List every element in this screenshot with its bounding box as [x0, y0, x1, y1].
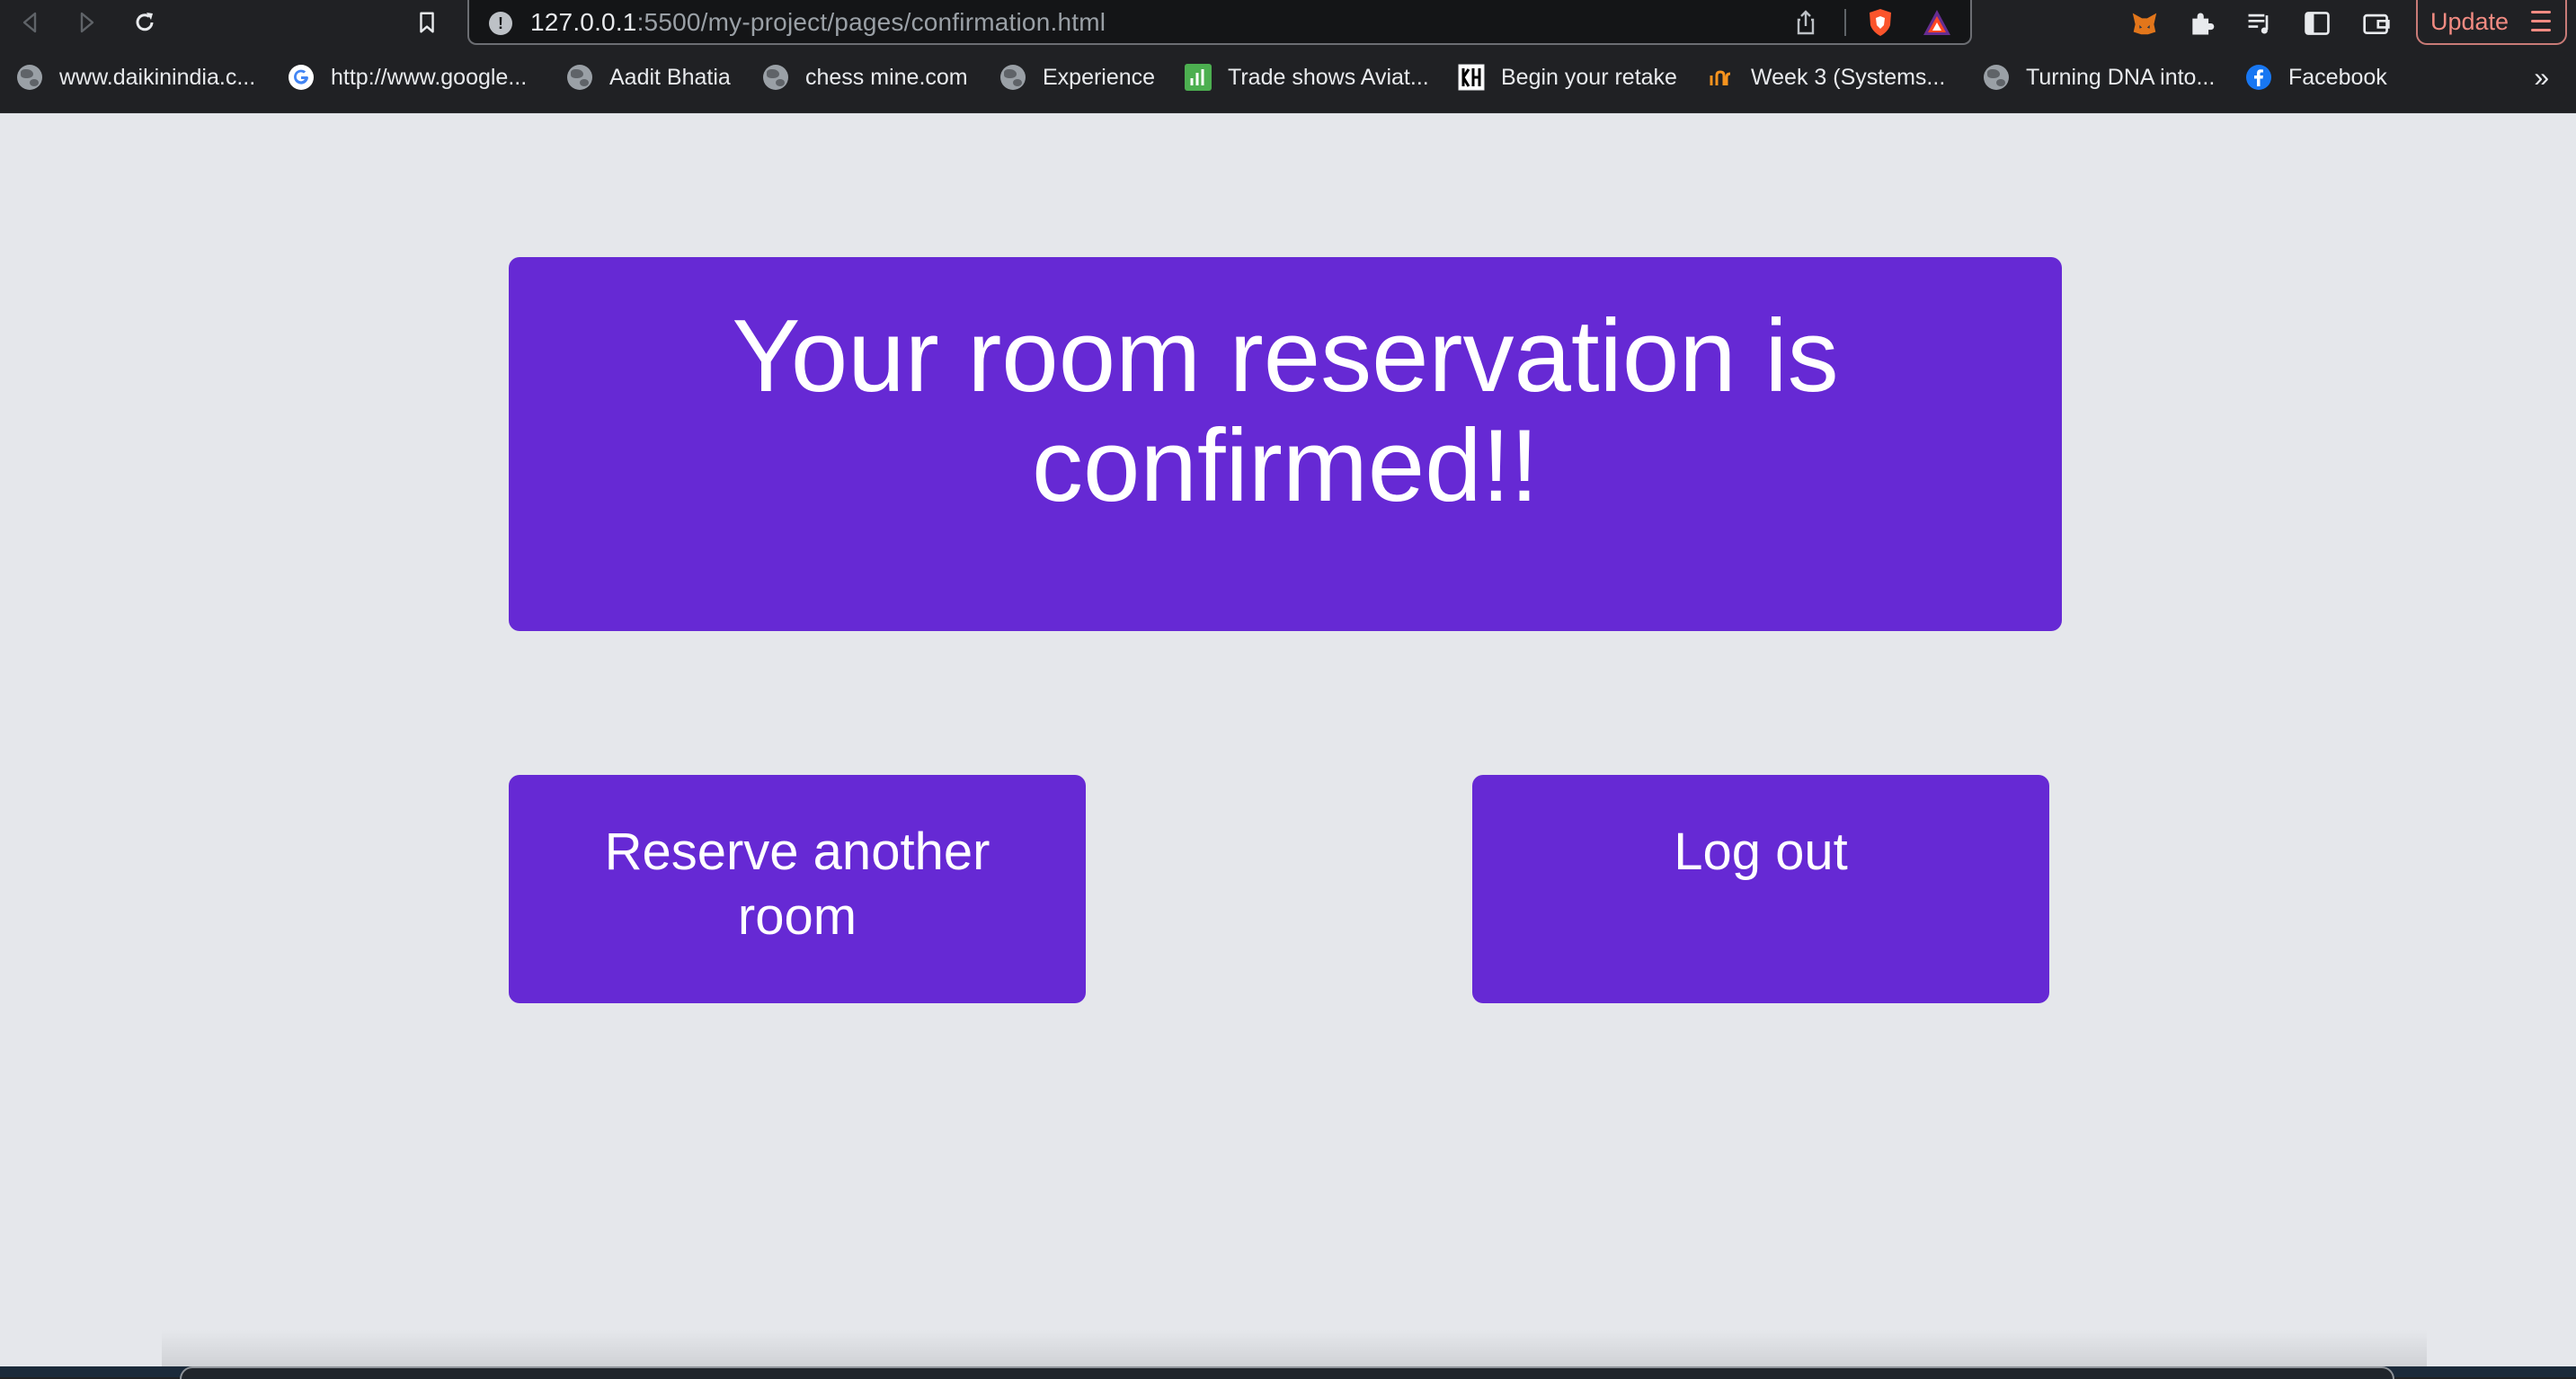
media-playlist-icon[interactable]: [2243, 7, 2276, 40]
share-icon[interactable]: [1792, 9, 1819, 36]
brave-shield-icon[interactable]: [1866, 7, 1895, 38]
extensions-icon[interactable]: [2186, 7, 2218, 40]
confirmation-title: Your room reservation is confirmed!!: [732, 299, 1839, 523]
chart-icon: [1185, 64, 1212, 91]
bookmarks-bar: www.daikinindia.c... http://www.google..…: [0, 45, 2576, 113]
logout-button-label: Log out: [1674, 823, 1848, 881]
bookmark-label: Experience: [1043, 64, 1156, 90]
globe-icon: [16, 64, 43, 91]
bookmark-label: Week 3 (Systems...: [1751, 64, 1946, 90]
bookmark-label: Aadit Bhatia: [609, 64, 731, 90]
reserve-another-room-button[interactable]: Reserve another room: [509, 775, 1086, 1003]
bookmark-page-icon[interactable]: [412, 7, 442, 38]
reserve-button-label: Reserve another room: [604, 823, 990, 946]
bookmark-label: Trade shows Aviat...: [1228, 64, 1429, 90]
reload-icon[interactable]: [129, 7, 160, 38]
bookmark-google[interactable]: http://www.google...: [288, 59, 527, 95]
bookmarks-overflow-button[interactable]: »: [2534, 63, 2549, 93]
menu-icon: [2531, 11, 2551, 32]
address-url[interactable]: 127.0.0.1:5500/my-project/pages/confirma…: [530, 8, 1106, 37]
globe-icon: [762, 64, 789, 91]
bookmark-facebook[interactable]: Facebook: [2245, 59, 2387, 95]
bookmark-turning-dna[interactable]: Turning DNA into...: [1983, 59, 2215, 95]
back-icon[interactable]: [14, 7, 45, 38]
bookmark-daikin[interactable]: www.daikinindia.c...: [16, 59, 255, 95]
url-path: :5500/my-project/pages/confirmation.html: [636, 8, 1106, 36]
bookmark-experience[interactable]: Experience: [999, 59, 1155, 95]
google-icon: [288, 64, 315, 91]
metamask-icon[interactable]: [2128, 7, 2161, 40]
sidebar-toggle-icon[interactable]: [2301, 7, 2333, 40]
page-viewport: Your room reservation is confirmed!! Res…: [0, 113, 2576, 1366]
browser-toolbar: ! 127.0.0.1:5500/my-project/pages/confir…: [0, 0, 2576, 45]
forward-icon[interactable]: [72, 7, 102, 38]
bookmark-label: Facebook: [2288, 64, 2387, 90]
bookmark-label: http://www.google...: [331, 64, 528, 90]
globe-icon: [999, 64, 1026, 91]
bookmark-label: chess mine.com: [805, 64, 968, 90]
wallet-icon[interactable]: [2360, 7, 2393, 40]
bookmark-label: Begin your retake: [1501, 64, 1677, 90]
bookmark-begin-retake[interactable]: Begin your retake: [1458, 59, 1677, 95]
address-bar[interactable]: ! 127.0.0.1:5500/my-project/pages/confir…: [467, 0, 1972, 45]
bookmark-week-3[interactable]: Week 3 (Systems...: [1708, 59, 1945, 95]
dock-edge: [0, 1366, 2576, 1379]
coursera-icon: [1708, 64, 1735, 91]
log-out-button[interactable]: Log out: [1472, 775, 2049, 1003]
bookmark-label: Turning DNA into...: [2026, 64, 2216, 90]
bookmark-trade-shows[interactable]: Trade shows Aviat...: [1185, 59, 1429, 95]
globe-icon: [566, 64, 593, 91]
update-label: Update: [2430, 7, 2509, 35]
update-button[interactable]: Update: [2416, 0, 2567, 45]
facebook-icon: [2245, 64, 2272, 91]
url-host: 127.0.0.1: [530, 8, 637, 36]
brave-rewards-icon[interactable]: [1922, 8, 1952, 37]
address-bar-divider: [1844, 9, 1846, 36]
confirmation-banner: Your room reservation is confirmed!!: [509, 257, 2062, 631]
globe-icon: [1983, 64, 2010, 91]
bookmark-aadit-bhatia[interactable]: Aadit Bhatia: [566, 59, 731, 95]
site-info-icon[interactable]: !: [489, 12, 512, 35]
bookmark-chess-mine[interactable]: chess mine.com: [762, 59, 968, 95]
bookmark-label: www.daikinindia.c...: [59, 64, 256, 90]
page-bottom-shadow: [162, 1330, 2427, 1366]
kh-icon: [1458, 64, 1485, 91]
